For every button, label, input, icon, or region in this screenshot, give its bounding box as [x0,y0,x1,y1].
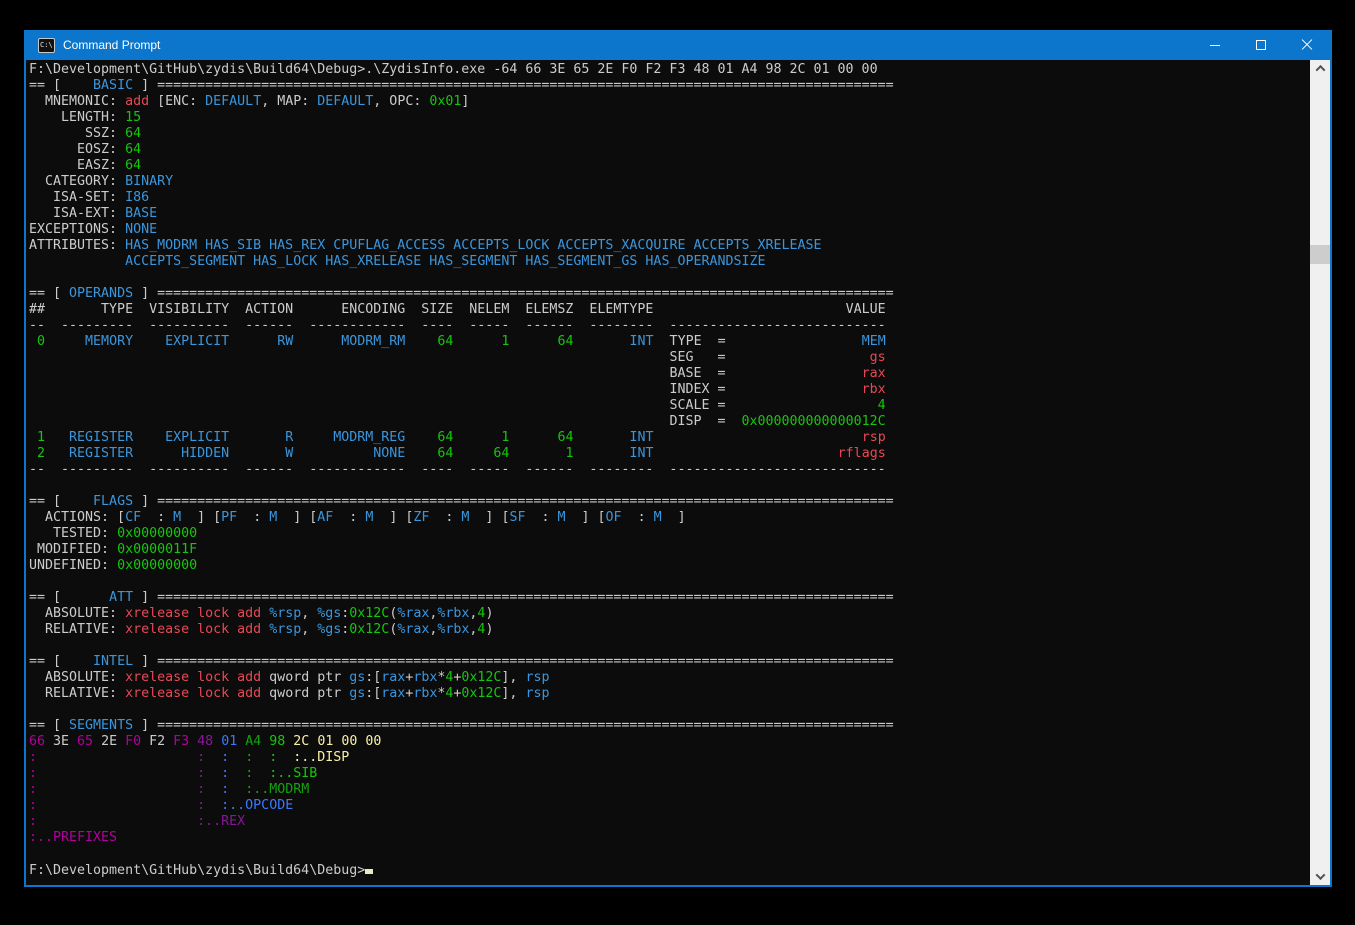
chevron-down-icon [1315,870,1325,880]
vertical-scrollbar[interactable] [1310,60,1330,885]
scroll-down-button[interactable] [1310,868,1330,885]
console-line: EOSZ: 64 [29,142,1310,158]
console-line: CATEGORY: BINARY [29,174,1310,190]
console-line: == [ SEGMENTS ] ========================… [29,718,1310,734]
command-prompt-window: C:\ Command Prompt F:\Development\GitHub… [24,30,1332,887]
console-line: SSZ: 64 [29,126,1310,142]
console-line [29,702,1310,718]
console-line: ISA-SET: I86 [29,190,1310,206]
console-line: ATTRIBUTES: HAS_MODRM HAS_SIB HAS_REX CP… [29,238,1310,254]
console-line: ABSOLUTE: xrelease lock add %rsp, %gs:0x… [29,606,1310,622]
text-cursor [365,862,373,874]
maximize-button[interactable] [1238,30,1284,60]
console-line [29,846,1310,862]
console-line: SEG = gs [29,350,1310,366]
console-line: : : : : : :..DISP [29,750,1310,766]
console-line: 66 3E 65 2E F0 F2 F3 48 01 A4 98 2C 01 0… [29,734,1310,750]
console-line: MODIFIED: 0x0000011F [29,542,1310,558]
window-title: Command Prompt [63,38,160,52]
console-line: RELATIVE: xrelease lock add %rsp, %gs:0x… [29,622,1310,638]
console-line: : : : : :..SIB [29,766,1310,782]
console-line: EASZ: 64 [29,158,1310,174]
console-line: 1 REGISTER EXPLICIT R MODRM_REG 64 1 64 … [29,430,1310,446]
scrollbar-thumb[interactable] [1310,245,1330,264]
console-line: ACTIONS: [CF : M ] [PF : M ] [AF : M ] [… [29,510,1310,526]
console-line: BASE = rax [29,366,1310,382]
minimize-button[interactable] [1192,30,1238,60]
console-line: SCALE = 4 [29,398,1310,414]
console-line: == [ OPERANDS ] ========================… [29,286,1310,302]
console-line: == [ BASIC ] ===========================… [29,78,1310,94]
console-line [29,638,1310,654]
console-line: 2 REGISTER HIDDEN W NONE 64 64 1 INT rfl… [29,446,1310,462]
console-line: : : :..OPCODE [29,798,1310,814]
close-button[interactable] [1284,30,1330,60]
scroll-up-button[interactable] [1310,60,1330,77]
console-line: -- --------- ---------- ------ ---------… [29,318,1310,334]
maximize-icon [1256,40,1266,50]
console-line: RELATIVE: xrelease lock add qword ptr gs… [29,686,1310,702]
console-line: INDEX = rbx [29,382,1310,398]
console-output[interactable]: F:\Development\GitHub\zydis\Build64\Debu… [26,60,1310,885]
cmd-icon[interactable]: C:\ [38,38,55,53]
console-line: TESTED: 0x00000000 [29,526,1310,542]
console-line: == [ INTEL ] ===========================… [29,654,1310,670]
console-line: ISA-EXT: BASE [29,206,1310,222]
close-icon [1301,39,1313,51]
console-line: -- --------- ---------- ------ ---------… [29,462,1310,478]
title-bar[interactable]: C:\ Command Prompt [26,30,1330,60]
console-line: ## TYPE VISIBILITY ACTION ENCODING SIZE … [29,302,1310,318]
console-line: :..PREFIXES [29,830,1310,846]
window-content: F:\Development\GitHub\zydis\Build64\Debu… [26,60,1330,885]
minimize-icon [1210,45,1220,46]
console-line: MNEMONIC: add [ENC: DEFAULT, MAP: DEFAUL… [29,94,1310,110]
console-line: DISP = 0x000000000000012C [29,414,1310,430]
console-line: == [ ATT ] =============================… [29,590,1310,606]
console-line: 0 MEMORY EXPLICIT RW MODRM_RM 64 1 64 IN… [29,334,1310,350]
console-line: LENGTH: 15 [29,110,1310,126]
console-line: F:\Development\GitHub\zydis\Build64\Debu… [29,862,1310,878]
chevron-up-icon [1315,65,1325,75]
console-line [29,270,1310,286]
console-line: == [ FLAGS ] ===========================… [29,494,1310,510]
console-line: : : : :..MODRM [29,782,1310,798]
console-line: : :..REX [29,814,1310,830]
console-line [29,574,1310,590]
console-line [29,478,1310,494]
console-line: F:\Development\GitHub\zydis\Build64\Debu… [29,62,1310,78]
console-line: ABSOLUTE: xrelease lock add qword ptr gs… [29,670,1310,686]
console-line: ACCEPTS_SEGMENT HAS_LOCK HAS_XRELEASE HA… [29,254,1310,270]
console-line: EXCEPTIONS: NONE [29,222,1310,238]
console-line: UNDEFINED: 0x00000000 [29,558,1310,574]
